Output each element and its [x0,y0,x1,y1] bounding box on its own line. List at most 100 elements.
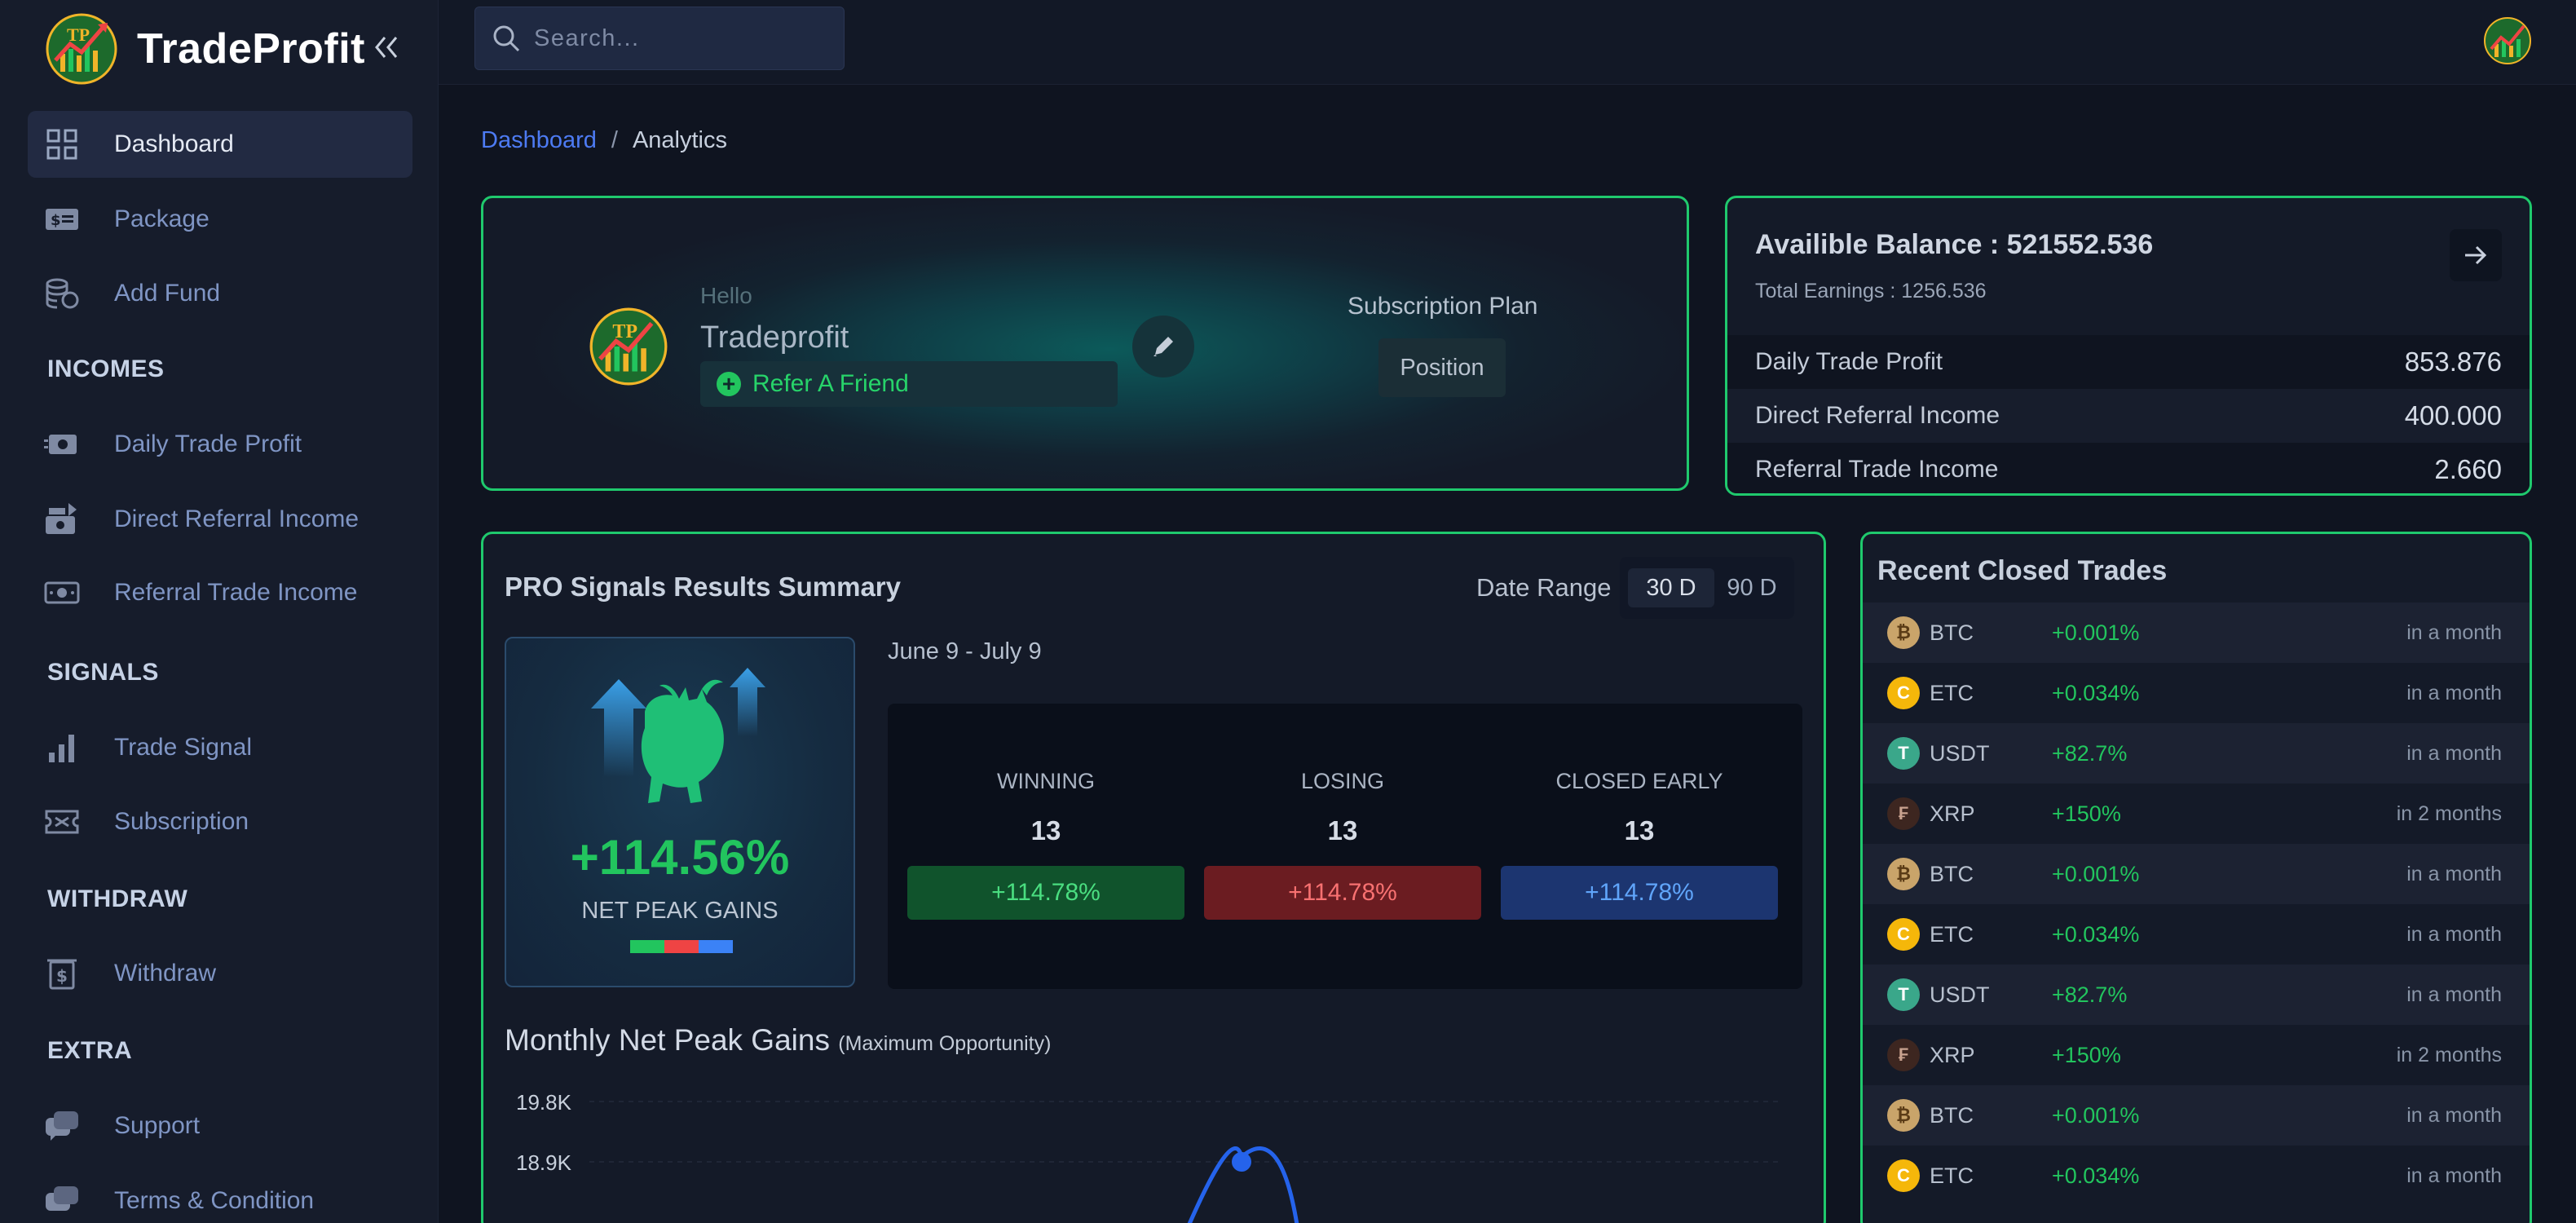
section-incomes: INCOMES [47,355,165,382]
greeting: Hello [700,283,752,308]
trade-row[interactable]: C ETC +0.034% in a month [1863,1146,2530,1206]
sidebar-item-label: Subscription [114,808,249,835]
etc-coin-icon: C [1887,1159,1920,1192]
stat-label: CLOSED EARLY [1555,769,1723,793]
sidebar-item-subscription[interactable]: Subscription [28,788,412,855]
balance-row-label: Daily Trade Profit [1755,348,1943,375]
sidebar-item-support[interactable]: Support [28,1093,412,1159]
trade-time: in 2 months [2396,801,2502,825]
search-box[interactable] [474,7,845,70]
stat-count: 13 [1624,815,1655,846]
stat-count: 13 [1030,815,1061,846]
sidebar: TP TradeProfit Dashboard $ Package Add F… [0,0,439,1223]
sidebar-item-label: Terms & Condition [114,1187,315,1214]
balance-details-button[interactable] [2450,229,2502,281]
trade-row[interactable]: T USDT +82.7% in a month [1863,723,2530,784]
recent-trades-title: Recent Closed Trades [1877,555,2168,586]
stat-count: 13 [1327,815,1358,846]
trade-change: +0.034% [2052,1163,2140,1188]
trade-row[interactable]: T USDT +82.7% in a month [1863,965,2530,1025]
cash-flow-icon [44,426,80,462]
usdt-coin-icon: T [1887,978,1920,1011]
subscription-title: Subscription Plan [1348,293,1538,320]
sidebar-item-label: Daily Trade Profit [114,430,302,457]
sidebar-item-package[interactable]: $ Package [28,186,412,253]
sidebar-item-trade-signal[interactable]: Trade Signal [28,714,412,781]
trade-row[interactable]: C ETC +0.034% in a month [1863,663,2530,723]
result-color-bar [630,940,733,953]
sidebar-item-label: Direct Referral Income [114,506,359,532]
sidebar-item-daily-trade-profit[interactable]: Daily Trade Profit [28,411,412,478]
double-chevron-left-icon[interactable] [372,29,401,68]
sidebar-item-dashboard[interactable]: Dashboard [28,111,412,178]
document-icon [44,1183,80,1219]
breadcrumb-current: Analytics [632,127,727,153]
svg-text:$: $ [56,966,68,986]
balance-row: Referral Trade Income 2.660 [1727,443,2530,493]
trade-symbol: ETC [1930,1163,1974,1188]
trade-symbol: ETC [1930,921,1974,947]
net-peak-gain-value: +114.56% [570,830,790,885]
trade-row[interactable]: C ETC +0.034% in a month [1863,904,2530,965]
trade-time: in a month [2406,620,2502,644]
stat-pct-badge: +114.78% [1501,866,1778,920]
search-icon [493,25,520,52]
balance-row-value: 2.660 [2434,454,2502,484]
refer-friend-button[interactable]: + Refer A Friend [700,361,1118,407]
trade-time: in a month [2406,1163,2502,1187]
cash-stack-icon [44,501,80,537]
trade-time: in a month [2406,922,2502,946]
trade-change: +0.001% [2052,620,2140,645]
edit-profile-button[interactable] [1132,316,1194,377]
sidebar-item-direct-referral-income[interactable]: Direct Referral Income [28,486,412,553]
stat-closed-early: CLOSED EARLY 13 +114.78% [1501,769,1778,920]
trade-row[interactable]: ₣ XRP +150% in 2 months [1863,1025,2530,1085]
range-option-30d[interactable]: 30 D [1628,568,1714,607]
trade-row[interactable]: ₿ BTC +0.001% in a month [1863,1085,2530,1146]
trade-change: +0.001% [2052,861,2140,886]
recent-trades-card: Recent Closed Trades ₿ BTC +0.001% in a mon… [1860,532,2532,1223]
range-option-90d[interactable]: 90 D [1719,568,1784,607]
trade-row[interactable]: ₣ XRP +150% in 2 months [1863,784,2530,844]
btc-coin-icon: ₿ [1887,616,1920,649]
pencil-icon [1153,337,1173,356]
date-range-label: Date Range [1476,573,1612,602]
bar-chart-icon [44,730,80,766]
date-period: June 9 - July 9 [888,638,1042,664]
brand[interactable]: TP TradeProfit [46,13,365,85]
balance-row: Direct Referral Income 400.000 [1727,389,2530,443]
sidebar-item-label: Trade Signal [114,734,252,761]
balance-card: Availible Balance : 521552.536 Total Ear… [1725,196,2532,496]
trade-row[interactable]: ₿ BTC +0.001% in a month [1863,844,2530,904]
topbar [439,0,2576,85]
breadcrumb-link-dashboard[interactable]: Dashboard [481,127,597,154]
bull-arrows-icon [591,668,765,803]
app-root: TP TradeProfit Dashboard $ Package Add F… [0,0,2576,1223]
stat-label: WINNING [997,769,1095,793]
data-point[interactable] [1232,1152,1251,1172]
sidebar-item-withdraw[interactable]: $ Withdraw [28,940,412,1007]
trade-time: in a month [2406,1103,2502,1127]
trade-change: +150% [2052,1042,2121,1067]
sidebar-item-add-fund[interactable]: Add Fund [28,260,412,327]
breadcrumb-separator: / [611,127,618,153]
trade-change: +82.7% [2052,740,2128,766]
balance-row: Daily Trade Profit 853.876 [1727,335,2530,389]
stat-losing: LOSING 13 +114.78% [1204,769,1481,920]
balance-row-value: 853.876 [2404,347,2502,377]
sidebar-item-referral-trade-income[interactable]: Referral Trade Income [28,559,412,626]
stat-pct-badge: +114.78% [907,866,1184,920]
sidebar-item-label: Withdraw [114,960,217,987]
signals-summary-card: PRO Signals Results Summary Date Range 3… [481,532,1826,1223]
btc-coin-icon: ₿ [1887,1099,1920,1132]
brand-name: TradeProfit [137,25,365,73]
stat-winning: WINNING 13 +114.78% [907,769,1184,920]
avatar[interactable] [2483,16,2532,65]
svg-text:TP: TP [612,321,637,342]
sidebar-item-terms[interactable]: Terms & Condition [28,1168,412,1223]
stat-pct-badge: +114.78% [1204,866,1481,920]
search-input[interactable] [534,24,827,52]
subscription-plan-badge: Position [1378,338,1506,397]
monthly-gains-chart: 19.8K 18.9K [516,1090,1780,1223]
trade-row[interactable]: ₿ BTC +0.001% in a month [1863,603,2530,663]
